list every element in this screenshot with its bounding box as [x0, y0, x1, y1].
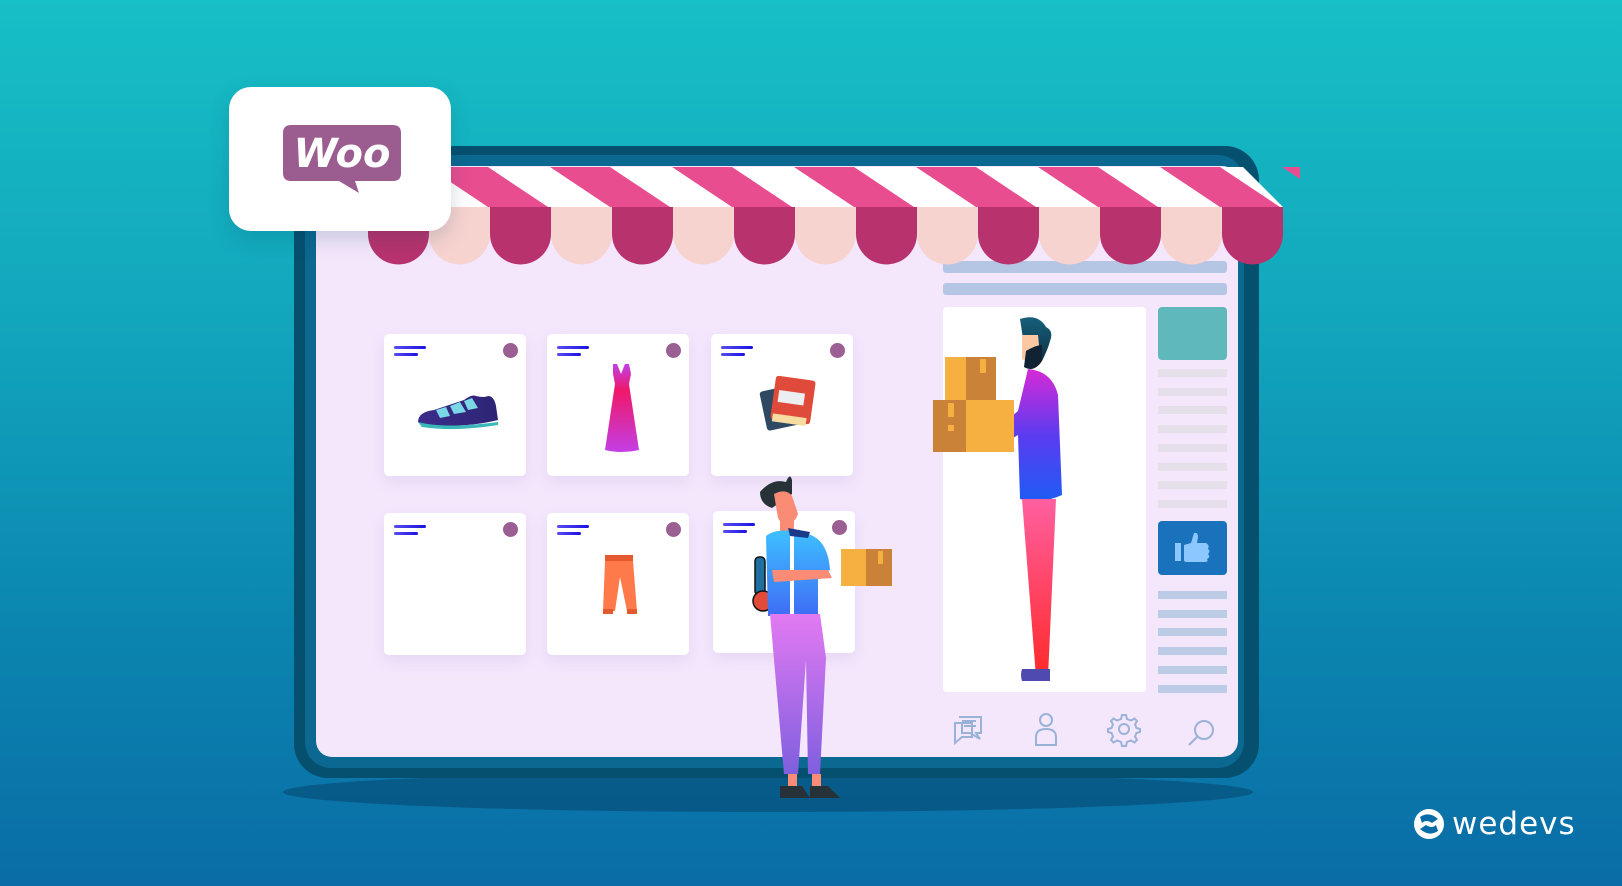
sidebar-gray-line [1158, 481, 1227, 490]
woo-logo-text: Woo [294, 131, 391, 177]
banner-block[interactable] [1158, 307, 1227, 360]
sidebar-blue-line [1158, 684, 1227, 693]
sidebar-gray-line [1158, 443, 1227, 452]
header-bar [943, 283, 1227, 295]
product-card[interactable] [384, 513, 526, 655]
chat-icon[interactable] [950, 711, 986, 747]
gear-icon[interactable] [1106, 711, 1142, 747]
search-icon[interactable] [1184, 716, 1220, 752]
awning-scallop [673, 207, 734, 265]
awning-stripe [1282, 167, 1300, 179]
delivery-man-illustration [933, 317, 1062, 681]
awning-scallop [917, 207, 978, 265]
cart-dot[interactable] [503, 522, 518, 537]
sidebar-blue-line [1158, 665, 1227, 674]
dress-icon [605, 364, 639, 452]
awning-scallop [1039, 207, 1100, 265]
sidebar-gray-line [1158, 387, 1227, 396]
woocommerce-logo-card: Woo [229, 87, 451, 231]
product-card[interactable] [547, 334, 689, 476]
sneaker-icon [418, 395, 498, 430]
awning-scallop [490, 207, 551, 265]
sidebar-blue-line [1158, 609, 1227, 618]
awning-scallop [978, 207, 1039, 265]
pants-icon [603, 555, 637, 614]
thumbs-up-icon [1175, 532, 1210, 562]
store-awning [368, 167, 1300, 265]
wedevs-logo-icon [1414, 809, 1444, 839]
awning-scallop [612, 207, 673, 265]
customer-boy-illustration [760, 476, 892, 798]
user-icon[interactable] [1028, 711, 1064, 747]
sidebar-gray-line [1158, 425, 1227, 434]
awning-scallop [734, 207, 795, 265]
woo-logo-icon: Woo [283, 125, 401, 193]
wedevs-watermark: wedevs [1412, 806, 1576, 842]
product-card[interactable] [711, 334, 853, 476]
sidebar-blue-line [1158, 628, 1227, 637]
sidebar-gray-line [1158, 369, 1227, 377]
books-icon [759, 375, 816, 431]
sidebar-gray-line [1158, 499, 1227, 508]
awning-scallop [551, 207, 612, 265]
like-button[interactable] [1158, 521, 1227, 575]
sidebar-blue-line [1158, 591, 1227, 599]
awning-scallop [795, 207, 856, 265]
awning-scallop [1100, 207, 1161, 265]
awning-scallop [856, 207, 917, 265]
product-card[interactable] [547, 513, 689, 655]
sidebar-gray-line [1158, 462, 1227, 471]
awning-scallop [1161, 207, 1222, 265]
product-card[interactable] [384, 334, 526, 476]
wedevs-wordmark: wedevs [1452, 805, 1576, 842]
title-line [394, 525, 426, 528]
title-line [394, 532, 418, 535]
sidebar-blue-line [1158, 647, 1227, 656]
sidebar-gray-line [1158, 406, 1227, 415]
awning-scallop [1222, 207, 1283, 265]
